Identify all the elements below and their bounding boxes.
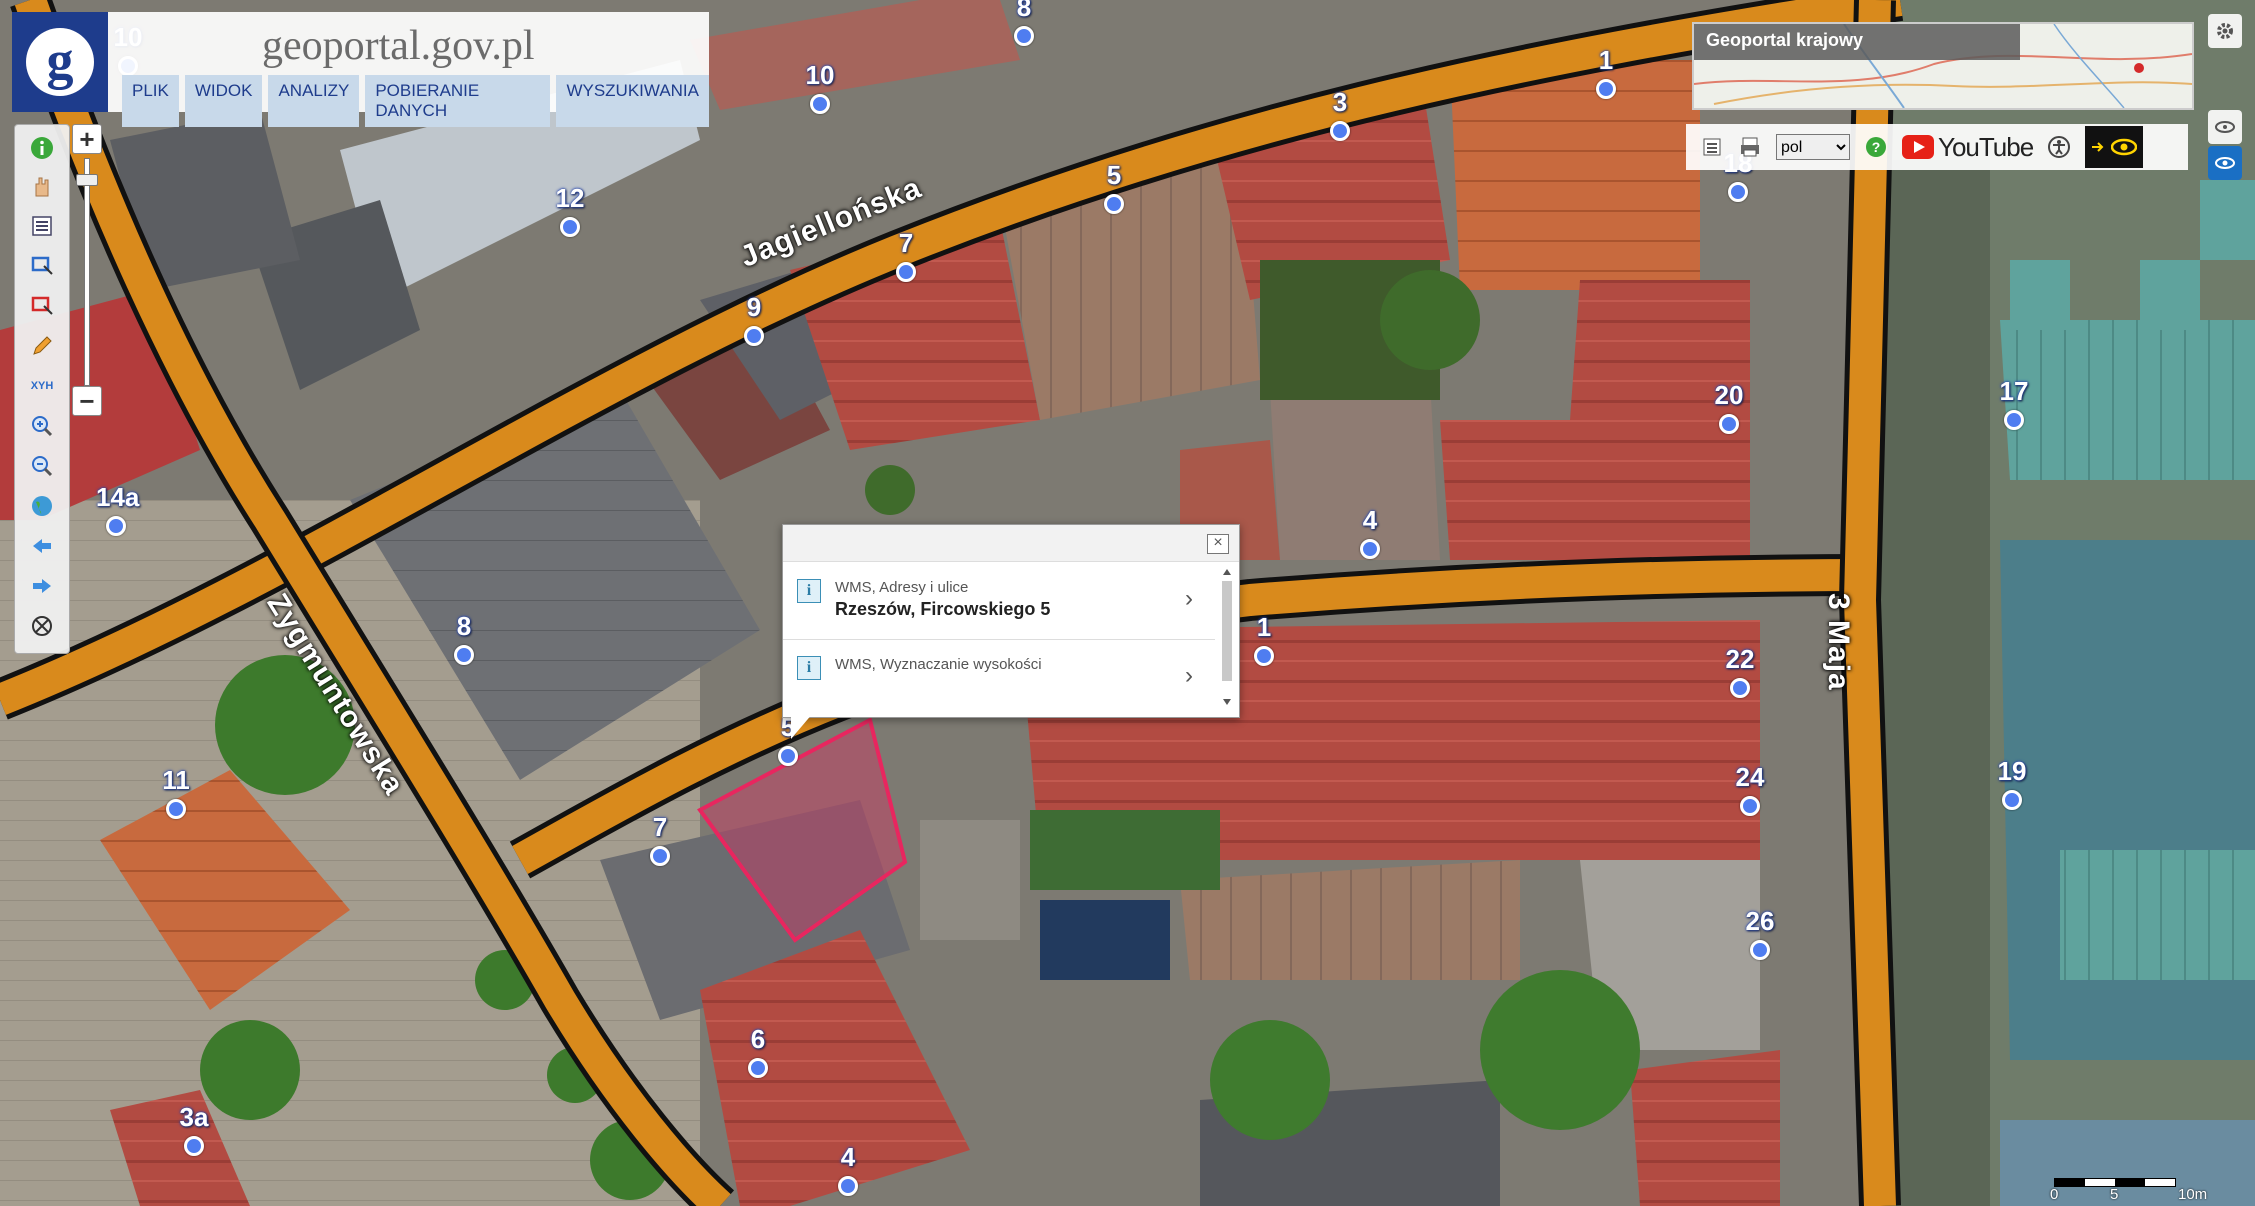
popup-result-item[interactable]: i WMS, Adresy i ulice Rzeszów, Fircowski… <box>783 563 1215 640</box>
svg-text:g: g <box>47 30 74 90</box>
geoportal-logo[interactable]: g <box>12 12 108 112</box>
scale-bar: 0 5 10m <box>2050 1172 2250 1203</box>
zoom-slider[interactable]: + − <box>72 124 104 420</box>
result-name: Rzeszów, Fircowskiego 5 <box>835 599 1051 619</box>
select-red-icon[interactable] <box>27 291 57 321</box>
svg-text:?: ? <box>1872 139 1881 155</box>
menu-analizy[interactable]: ANALIZY <box>268 75 360 127</box>
zoom-in-icon[interactable] <box>27 411 57 441</box>
globe-icon[interactable] <box>27 491 57 521</box>
chevron-right-icon[interactable]: › <box>1185 585 1193 613</box>
zoom-out-icon[interactable] <box>27 451 57 481</box>
zoom-track[interactable] <box>84 158 90 386</box>
info-icon[interactable] <box>27 133 57 163</box>
popup-pointer <box>791 713 813 739</box>
popup-results-list: i WMS, Adresy i ulice Rzeszów, Fircowski… <box>783 563 1215 713</box>
crosshair-icon[interactable] <box>27 611 57 641</box>
result-source: WMS, Wyznaczanie wysokości <box>835 656 1042 673</box>
menu-wyszukiwania[interactable]: WYSZUKIWANIA <box>556 75 709 127</box>
back-arrow-icon[interactable] <box>27 531 57 561</box>
accessibility-icon[interactable] <box>2047 135 2071 159</box>
identify-popup: × i WMS, Adresy i ulice Rzeszów, Fircows… <box>782 524 1240 739</box>
pencil-icon[interactable] <box>27 331 57 361</box>
close-icon[interactable]: × <box>1207 534 1229 554</box>
eye-small-icon[interactable] <box>2208 110 2242 144</box>
result-source: WMS, Adresy i ulice <box>835 579 969 596</box>
app-header: g geoportal.gov.pl PLIK WIDOK ANALIZY PO… <box>12 12 709 127</box>
help-icon[interactable]: ? <box>1864 135 1888 159</box>
zoom-minus-button[interactable]: − <box>72 386 102 416</box>
menu-widok[interactable]: WIDOK <box>184 75 263 127</box>
forward-arrow-icon[interactable] <box>27 571 57 601</box>
xyh-label: XYH <box>30 380 54 392</box>
popup-result-item[interactable]: i WMS, Wyznaczanie wysokości › <box>783 640 1215 713</box>
main-menu: PLIK WIDOK ANALIZY POBIERANIE DANYCH WYS… <box>122 75 709 127</box>
info-small-icon: i <box>797 579 821 603</box>
print-icon[interactable] <box>1738 135 1762 159</box>
popup-scrollbar[interactable] <box>1219 565 1235 713</box>
eye-icon <box>2111 138 2138 156</box>
layers-list-icon[interactable] <box>27 211 57 241</box>
youtube-label: YouTube <box>1938 131 2034 162</box>
right-toolbar: pol ? YouTube <box>1686 124 2188 170</box>
scrollbar-graphic <box>1222 569 1232 705</box>
zoom-handle[interactable] <box>76 174 98 186</box>
eye-active-icon[interactable] <box>2208 146 2242 180</box>
select-rectangle-icon[interactable] <box>27 251 57 281</box>
menu-pobieranie-danych[interactable]: POBIERANIE DANYCH <box>365 75 551 127</box>
contrast-toggle[interactable] <box>2085 126 2144 168</box>
left-toolbar: XYH <box>14 124 70 654</box>
popup-header: × <box>783 525 1239 562</box>
xyh-coordinates-icon[interactable]: XYH <box>27 371 57 401</box>
overview-title: Geoportal krajowy <box>1694 24 2020 60</box>
youtube-play-icon <box>1902 135 1934 159</box>
scale-label-end: 10m <box>2178 1186 2208 1203</box>
scale-label-zero: 0 <box>2050 1186 2059 1203</box>
settings-gear-icon[interactable] <box>2208 14 2242 48</box>
hand-pan-icon[interactable] <box>27 171 57 201</box>
site-title: geoportal.gov.pl <box>262 23 535 69</box>
info-small-icon: i <box>797 656 821 680</box>
chevron-right-icon[interactable]: › <box>1185 662 1193 690</box>
youtube-link[interactable]: YouTube <box>1902 131 2034 163</box>
overview-map[interactable]: Geoportal krajowy <box>1692 22 2194 110</box>
scale-label-mid: 5 <box>2110 1186 2119 1203</box>
arrow-right-icon <box>2092 142 2104 152</box>
legend-icon[interactable] <box>1700 135 1724 159</box>
zoom-plus-button[interactable]: + <box>72 124 102 154</box>
logo-g-icon: g <box>26 28 94 96</box>
language-select[interactable]: pol <box>1776 134 1850 160</box>
street-label-3-maja: 3 Maja <box>1822 593 1855 691</box>
far-right-controls <box>2206 14 2246 180</box>
menu-plik[interactable]: PLIK <box>122 75 179 127</box>
